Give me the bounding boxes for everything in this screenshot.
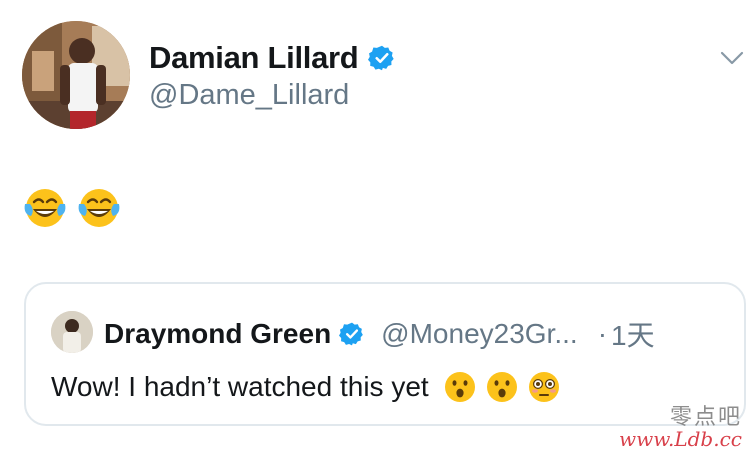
watermark-url: www.Ldb.cc	[619, 427, 742, 451]
avatar-photo	[51, 311, 93, 353]
flushed-face-icon	[528, 372, 559, 402]
watermark-chinese: 零点吧	[669, 404, 742, 430]
chevron-down-icon[interactable]	[720, 50, 744, 66]
watermark: 零点吧 www.Ldb.cc	[619, 406, 742, 450]
tweet-body	[22, 184, 122, 230]
face-with-open-mouth-icon	[486, 372, 517, 402]
author-avatar[interactable]	[22, 21, 130, 129]
quoted-tweet-header: Draymond Green @Money23Gr... · 1天	[104, 314, 655, 354]
verified-badge-icon	[368, 45, 395, 71]
face-with-tears-of-joy-icon	[24, 189, 66, 227]
quoted-tweet-body: Wow! I hadn’t watched this yet	[51, 370, 561, 404]
verified-badge-icon	[339, 322, 364, 346]
quoted-tweet-text: Wow! I hadn’t watched this yet	[51, 371, 429, 402]
author-display-name[interactable]: Damian Lillard	[149, 40, 359, 76]
avatar-photo	[22, 21, 130, 129]
quoted-author-avatar	[51, 311, 93, 353]
separator-dot: ·	[597, 318, 608, 349]
quoted-tweet-card[interactable]: Draymond Green @Money23Gr... · 1天 Wow! I…	[24, 282, 746, 426]
face-with-tears-of-joy-icon	[78, 189, 120, 227]
author-handle[interactable]: @Dame_Lillard	[149, 79, 349, 112]
quoted-tweet-timestamp: 1天	[611, 320, 655, 351]
quoted-author-handle: @Money23Gr...	[381, 318, 578, 349]
author-name-row[interactable]: Damian Lillard	[149, 40, 396, 76]
face-with-open-mouth-icon	[444, 372, 475, 402]
quoted-author-display-name: Draymond Green	[104, 318, 332, 349]
